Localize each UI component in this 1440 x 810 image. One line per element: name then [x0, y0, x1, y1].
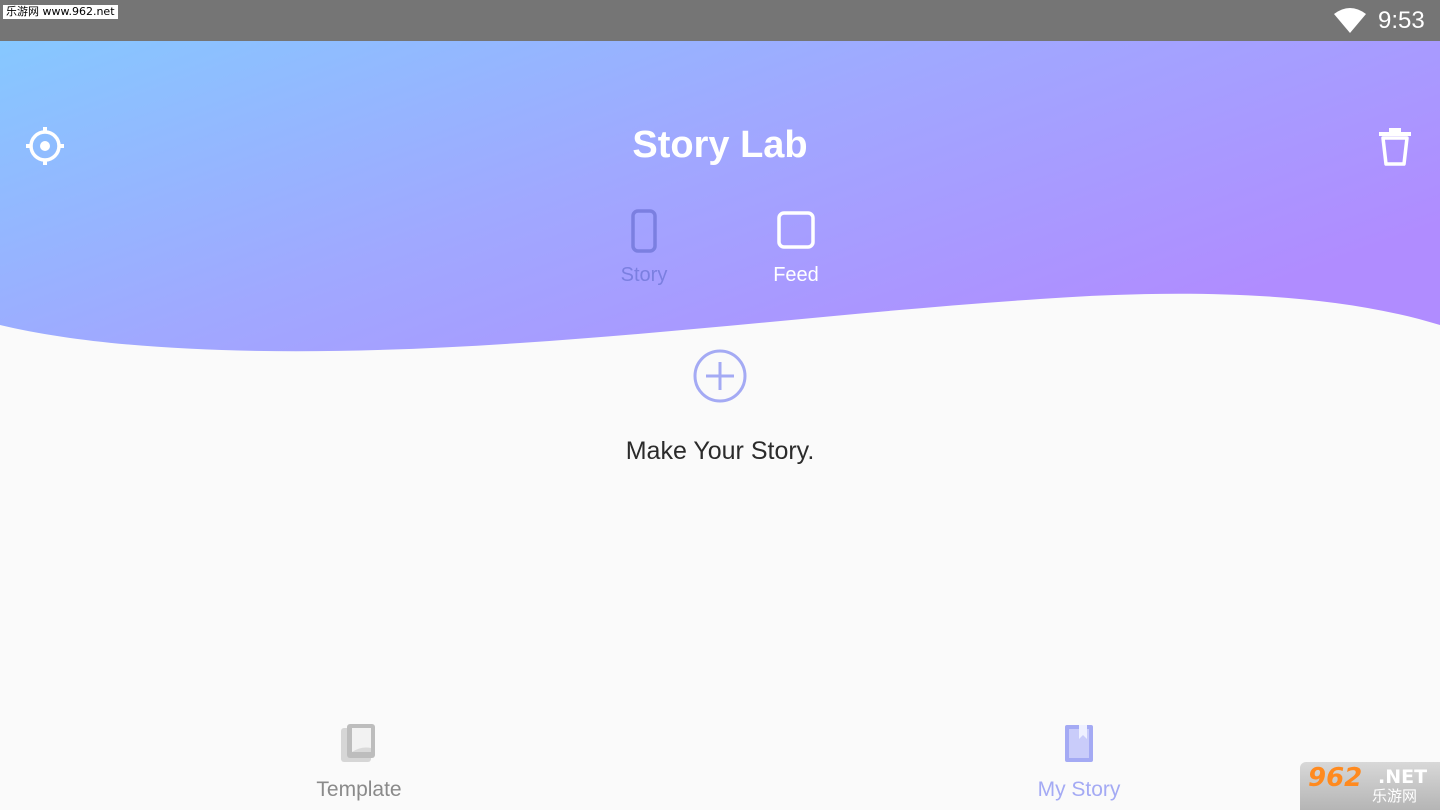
add-story-button[interactable] — [692, 348, 748, 404]
corner-watermark: 962 .NET 乐游网 — [1300, 762, 1440, 810]
watermark-number: 962 — [1308, 763, 1363, 793]
trash-icon — [1379, 128, 1411, 166]
tab-feed[interactable]: Feed — [741, 209, 851, 287]
header: Story Lab Story Feed — [0, 41, 1440, 361]
app-title: Story Lab — [632, 124, 808, 166]
watermark-suffix: .NET — [1378, 766, 1428, 788]
bottom-tab-template[interactable]: Template — [259, 722, 459, 803]
tab-story-label: Story — [620, 264, 668, 286]
bottom-tab-my-story-label: My Story — [1037, 778, 1121, 801]
make-story-prompt: Make Your Story. — [625, 437, 815, 465]
bottom-tab-my-story[interactable]: My Story — [979, 722, 1179, 803]
status-clock: 9:53 — [1378, 7, 1425, 34]
tab-feed-label: Feed — [773, 264, 819, 286]
bookmark-book-icon — [1065, 725, 1093, 762]
wifi-icon — [1334, 8, 1366, 33]
portrait-frame-icon — [631, 209, 657, 253]
plus-circle-icon — [693, 349, 747, 403]
status-bar: 乐游网 www.962.net 9:53 — [0, 0, 1440, 41]
header-background — [0, 41, 1440, 352]
bottom-tab-template-label: Template — [316, 778, 402, 801]
watermark-text: 乐游网 www.962.net — [3, 5, 118, 19]
tab-story[interactable]: Story — [589, 209, 699, 287]
watermark-chinese: 乐游网 — [1372, 787, 1418, 805]
square-frame-icon — [777, 211, 815, 249]
delete-button[interactable] — [1374, 125, 1416, 167]
template-icon — [341, 724, 375, 762]
